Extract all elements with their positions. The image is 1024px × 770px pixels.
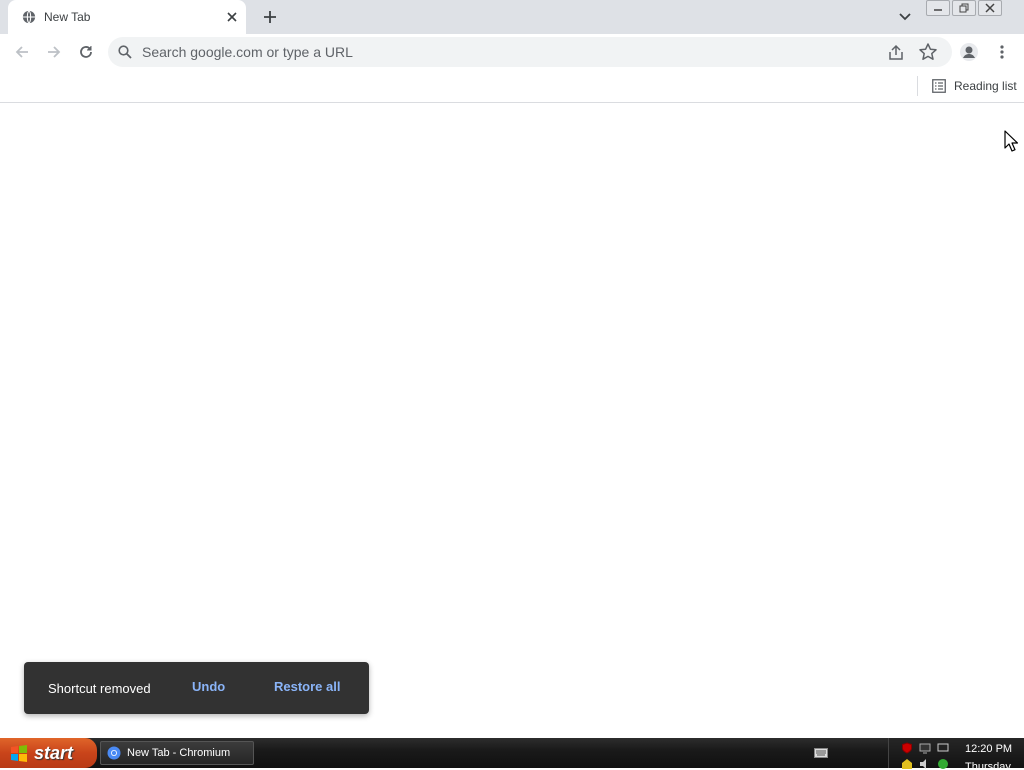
minimize-icon bbox=[934, 9, 942, 11]
close-window-button[interactable] bbox=[978, 0, 1002, 16]
security-alert-icon[interactable] bbox=[901, 758, 913, 770]
star-icon[interactable] bbox=[918, 42, 938, 62]
reload-button[interactable] bbox=[74, 40, 98, 64]
bookmarks-separator bbox=[917, 76, 918, 96]
bookmarks-bar: Reading list bbox=[0, 70, 1024, 103]
network-icon[interactable] bbox=[919, 742, 931, 754]
shortcut-removed-toast: Shortcut removed Undo Restore all bbox=[24, 662, 369, 714]
tab-search-button[interactable] bbox=[894, 6, 916, 28]
reload-icon bbox=[80, 46, 92, 58]
toast-message: Shortcut removed bbox=[48, 681, 151, 696]
window-controls bbox=[926, 0, 1002, 18]
close-icon bbox=[227, 12, 237, 22]
new-tab-button[interactable] bbox=[258, 5, 282, 29]
toolbar bbox=[0, 34, 1024, 70]
restore-button[interactable] bbox=[952, 0, 976, 16]
plus-icon bbox=[264, 11, 276, 23]
profile-button[interactable] bbox=[957, 40, 981, 64]
tab-title: New Tab bbox=[44, 10, 91, 24]
menu-button[interactable] bbox=[990, 40, 1014, 64]
back-button[interactable] bbox=[10, 40, 34, 64]
tab-new-tab[interactable]: New Tab bbox=[8, 0, 246, 34]
page-content bbox=[0, 103, 1024, 738]
more-vert-icon bbox=[1000, 45, 1004, 59]
taskbar-item-label: New Tab - Chromium bbox=[127, 747, 231, 759]
search-icon bbox=[118, 45, 132, 59]
share-icon[interactable] bbox=[886, 43, 906, 63]
minimize-button[interactable] bbox=[926, 0, 950, 16]
keyboard-icon[interactable] bbox=[814, 748, 828, 758]
clock-time: 12:20 PM bbox=[965, 743, 1013, 755]
arrow-right-icon bbox=[48, 46, 61, 58]
windows-logo-icon bbox=[11, 745, 27, 762]
start-label: start bbox=[34, 742, 74, 763]
close-icon bbox=[985, 3, 995, 13]
restore-icon bbox=[959, 3, 969, 13]
monitor-icon[interactable] bbox=[937, 742, 949, 754]
undo-button[interactable]: Undo bbox=[192, 679, 225, 694]
reading-list-button[interactable]: Reading list bbox=[926, 74, 1023, 98]
volume-icon[interactable] bbox=[919, 758, 931, 770]
update-icon[interactable] bbox=[937, 758, 949, 770]
address-input[interactable] bbox=[142, 37, 862, 67]
system-tray: 12:20 PM Thursday bbox=[888, 738, 1024, 770]
avatar-icon bbox=[960, 43, 978, 61]
tab-strip: New Tab bbox=[0, 0, 1024, 34]
forward-button[interactable] bbox=[42, 40, 66, 64]
clock-day: Thursday bbox=[965, 761, 1011, 768]
omnibox[interactable] bbox=[108, 37, 952, 67]
chromium-icon bbox=[107, 746, 121, 760]
restore-all-button[interactable]: Restore all bbox=[274, 679, 340, 694]
taskbar-item-chromium[interactable]: New Tab - Chromium bbox=[100, 741, 254, 765]
start-button[interactable]: start bbox=[0, 738, 97, 768]
chevron-down-icon bbox=[899, 13, 911, 21]
shield-icon[interactable] bbox=[901, 742, 913, 754]
reading-list-label: Reading list bbox=[954, 79, 1017, 93]
globe-icon bbox=[22, 10, 36, 24]
mouse-cursor-icon bbox=[1004, 130, 1018, 152]
reading-list-icon bbox=[932, 79, 946, 93]
taskbar: start New Tab - Chromium 12:20 PM Thursd… bbox=[0, 738, 1024, 770]
arrow-left-icon bbox=[15, 46, 28, 58]
tab-close-button[interactable] bbox=[224, 9, 240, 25]
